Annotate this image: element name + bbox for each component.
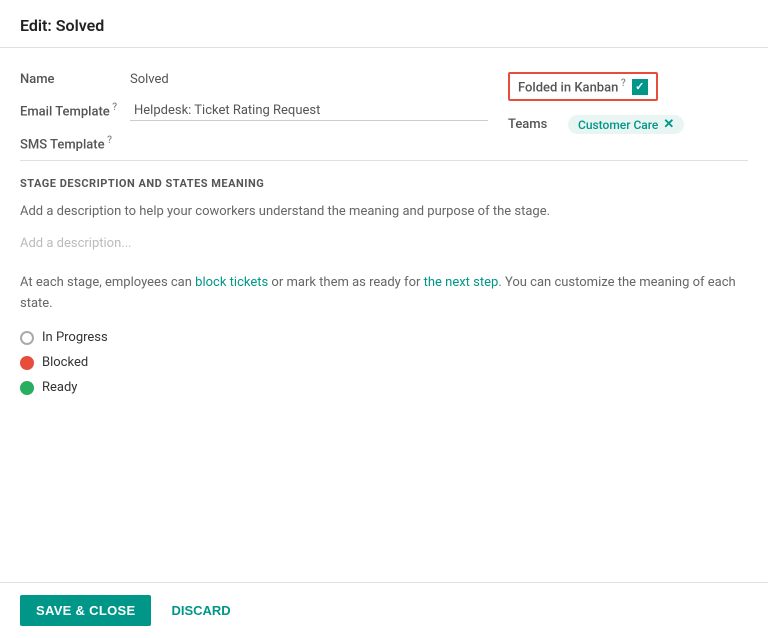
email-template-label: Email Template ? (20, 102, 130, 119)
name-label: Name (20, 72, 130, 87)
state-in-progress: In Progress (20, 330, 748, 345)
save-close-button[interactable]: SAVE & CLOSE (20, 595, 151, 626)
description-hint: Add a description to help your coworkers… (20, 202, 748, 222)
form-right: Folded in Kanban ? Teams Customer Care ✕ (488, 72, 748, 152)
ready-dot (20, 381, 34, 395)
folded-kanban-label: Folded in Kanban ? (518, 78, 626, 95)
section-title: STAGE DESCRIPTION AND STATES MEANING (20, 177, 748, 190)
footer: SAVE & CLOSE DISCARD (0, 582, 768, 638)
section-divider (20, 160, 748, 161)
sms-template-label: SMS Template ? (20, 135, 130, 152)
sms-template-row: SMS Template ? (20, 135, 488, 152)
folded-kanban-group: Folded in Kanban ? (508, 72, 658, 101)
teams-label: Teams (508, 117, 558, 132)
discard-button[interactable]: DISCARD (167, 595, 234, 626)
email-template-value[interactable]: Helpdesk: Ticket Rating Request (130, 101, 488, 121)
in-progress-label: In Progress (42, 330, 108, 345)
state-blocked: Blocked (20, 355, 748, 370)
form-body: Name Solved Email Template ? Helpdesk: T… (0, 48, 768, 431)
customer-care-tag: Customer Care ✕ (568, 115, 684, 134)
state-ready: Ready (20, 380, 748, 395)
form-left: Name Solved Email Template ? Helpdesk: T… (20, 72, 488, 152)
block-tickets-link[interactable]: block tickets (195, 275, 268, 290)
folded-kanban-row: Folded in Kanban ? (508, 72, 748, 101)
sms-template-tooltip: ? (105, 135, 112, 146)
email-template-row: Email Template ? Helpdesk: Ticket Rating… (20, 101, 488, 121)
blocked-label: Blocked (42, 355, 88, 370)
email-template-tooltip: ? (110, 102, 117, 113)
teams-row: Teams Customer Care ✕ (508, 115, 748, 134)
folded-kanban-tooltip: ? (618, 78, 625, 89)
folded-kanban-checkbox[interactable] (632, 79, 648, 95)
stage-info: At each stage, employees can block ticke… (20, 273, 748, 315)
name-value: Solved (130, 72, 169, 87)
description-input[interactable]: Add a description... (20, 232, 748, 255)
state-list: In Progress Blocked Ready (20, 330, 748, 395)
page-title: Edit: Solved (20, 16, 104, 35)
ready-label: Ready (42, 380, 77, 395)
next-step-link[interactable]: the next step (424, 275, 499, 290)
name-row: Name Solved (20, 72, 488, 87)
blocked-dot (20, 356, 34, 370)
in-progress-dot (20, 331, 34, 345)
tag-close-icon[interactable]: ✕ (663, 117, 674, 132)
page-header: Edit: Solved (0, 0, 768, 48)
tag-label: Customer Care (578, 118, 658, 132)
